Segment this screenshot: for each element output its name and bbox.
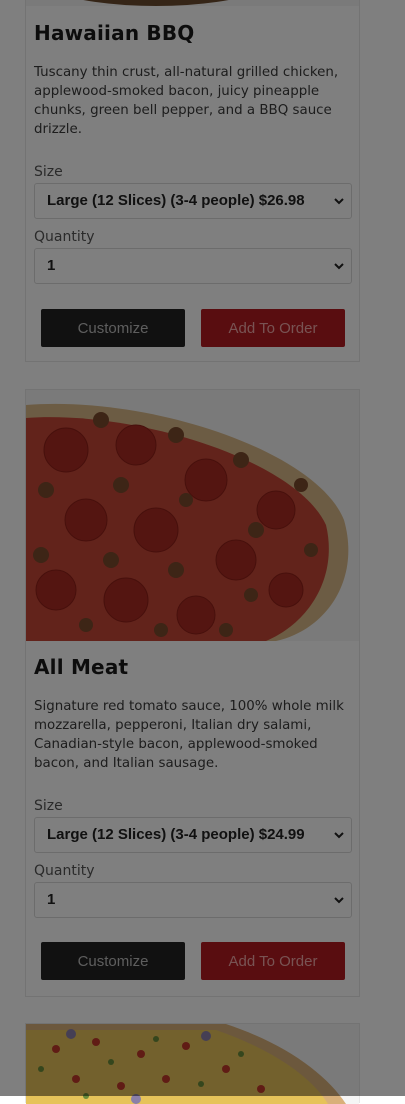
quantity-select-value: 1 [47, 891, 56, 908]
product-title: Hawaiian BBQ [34, 21, 195, 45]
chevron-down-icon [333, 883, 345, 917]
customize-button[interactable]: Customize [41, 309, 185, 347]
add-to-order-button[interactable]: Add To Order [201, 309, 345, 347]
product-card-all-meat: All Meat Signature red tomato sauce, 100… [25, 389, 360, 997]
chevron-down-icon [333, 184, 345, 218]
quantity-select[interactable]: 1 [34, 882, 352, 918]
quantity-label: Quantity [34, 229, 95, 245]
size-label: Size [34, 164, 63, 180]
size-select-value: Large (12 Slices) (3-4 people) $26.98 [47, 192, 305, 209]
size-select[interactable]: Large (12 Slices) (3-4 people) $26.98 [34, 183, 352, 219]
pizza-image[interactable] [26, 0, 359, 6]
chevron-down-icon [333, 818, 345, 852]
size-select[interactable]: Large (12 Slices) (3-4 people) $24.99 [34, 817, 352, 853]
product-card-hawaiian-bbq: Hawaiian BBQ Tuscany thin crust, all-nat… [25, 0, 360, 362]
product-card-next [25, 1023, 360, 1104]
chevron-down-icon [333, 249, 345, 283]
product-description: Signature red tomato sauce, 100% whole m… [34, 699, 344, 771]
quantity-select[interactable]: 1 [34, 248, 352, 284]
size-select-value: Large (12 Slices) (3-4 people) $24.99 [47, 826, 305, 843]
customize-button[interactable]: Customize [41, 942, 185, 980]
quantity-label: Quantity [34, 863, 95, 879]
quantity-select-value: 1 [47, 257, 56, 274]
pizza-image[interactable] [26, 1024, 359, 1104]
add-to-order-button[interactable]: Add To Order [201, 942, 345, 980]
product-title: All Meat [34, 655, 129, 679]
size-label: Size [34, 798, 63, 814]
product-description: Tuscany thin crust, all-natural grilled … [34, 65, 339, 137]
pizza-image[interactable] [26, 390, 359, 641]
